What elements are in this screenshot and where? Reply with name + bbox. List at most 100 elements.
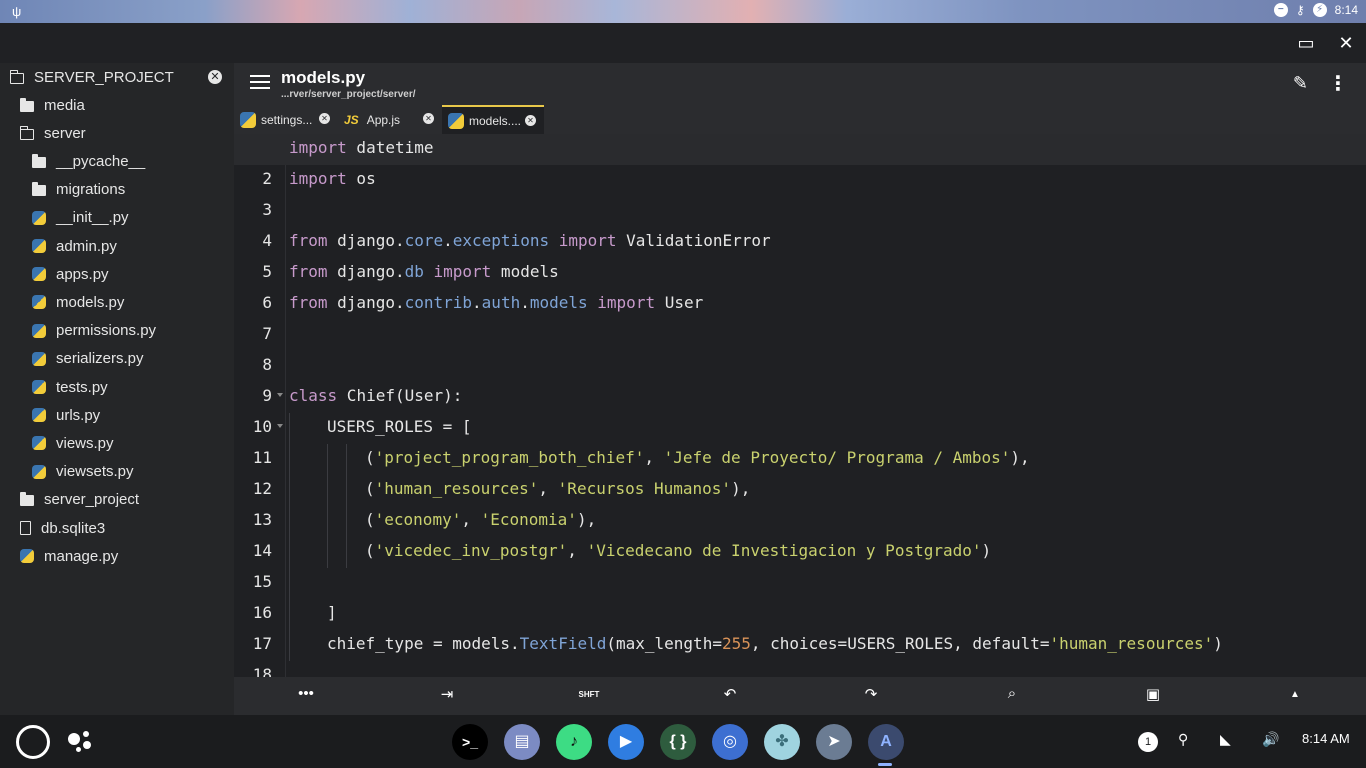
tree-item[interactable]: urls.py [0, 401, 234, 429]
python-icon [32, 267, 46, 282]
battery-charging-icon: ⚡ [1312, 3, 1327, 17]
python-icon [32, 408, 46, 423]
tree-item[interactable]: db.sqlite3 [0, 514, 234, 542]
search-icon[interactable]: ⌕ [1000, 685, 1024, 702]
code-line[interactable]: from django.core.exceptions import Valid… [234, 227, 1366, 258]
python-icon [240, 111, 256, 128]
code-line[interactable]: ('vicedec_inv_postgr', 'Vicedecano de In… [234, 537, 1366, 568]
line-number: 8 [234, 351, 286, 382]
media-player-app-icon[interactable]: ▶ [608, 724, 644, 760]
volume-icon[interactable]: 🔊 [1262, 731, 1279, 748]
window-close-button[interactable]: ✕ [1334, 31, 1358, 55]
expand-up-icon[interactable]: ▲ [1283, 689, 1307, 700]
tab-key-icon[interactable]: ⇥ [435, 685, 459, 703]
menu-icon[interactable] [250, 75, 270, 91]
tree-item-label: views.py [56, 434, 114, 452]
folder-open-icon [9, 69, 24, 84]
js-icon: JS [344, 112, 359, 127]
tree-item[interactable]: media [0, 91, 234, 119]
tree-item[interactable]: __init__.py [0, 204, 234, 232]
chromium-app-icon[interactable]: ◎ [712, 724, 748, 760]
code-editor[interactable]: 123456789101112131415161718 import datet… [234, 134, 1366, 677]
tab-close-icon[interactable]: ✕ [423, 113, 434, 124]
tree-item-label: __init__.py [56, 209, 129, 227]
tree-item-label: media [44, 96, 85, 114]
do-not-disturb-icon: − [1273, 3, 1288, 17]
code-line[interactable]: from django.contrib.auth.models import U… [234, 289, 1366, 320]
python-icon [32, 295, 46, 310]
code-line[interactable]: ('economy', 'Economia'), [234, 506, 1366, 537]
game-app-icon[interactable]: ✤ [764, 724, 800, 760]
undo-icon[interactable]: ↶ [718, 685, 742, 703]
tree-item[interactable]: __pycache__ [0, 147, 234, 175]
file-path: ...rver/server_project/server/ [281, 89, 416, 100]
code-line[interactable]: ('human_resources', 'Recursos Humanos'), [234, 475, 1366, 506]
python-icon [32, 351, 46, 366]
project-root[interactable]: SERVER_PROJECT ✕ [0, 63, 234, 91]
line-number-text: 7 [262, 324, 272, 343]
line-number: 7 [234, 320, 286, 351]
tree-item[interactable]: migrations [0, 176, 234, 204]
tree-item-label: serializers.py [56, 350, 144, 368]
tab-bar: settings... ✕ JS App.js ✕ models.... ✕ [234, 105, 1366, 134]
more-vert-icon[interactable]: ⋮ [1328, 71, 1348, 96]
tab-label: settings... [261, 112, 313, 127]
android-code-app-icon[interactable]: { } [660, 724, 696, 760]
tree-item[interactable]: permissions.py [0, 317, 234, 345]
terminal-app-icon[interactable]: >_ [452, 724, 488, 760]
wifi-off-icon[interactable]: ◣ [1220, 731, 1231, 748]
music-app-icon[interactable]: ♪ [556, 724, 592, 760]
acode-app-icon[interactable]: A [868, 724, 904, 760]
tree-item[interactable]: serializers.py [0, 345, 234, 373]
floppy-app-icon[interactable]: ▤ [504, 724, 540, 760]
launcher-icon[interactable] [16, 725, 50, 759]
save-icon[interactable]: ▣ [1141, 685, 1165, 703]
window-restore-button[interactable]: ▭ [1294, 31, 1318, 55]
code-line[interactable]: USERS_ROLES = [ [234, 413, 1366, 444]
tree-item-label: server [44, 124, 86, 142]
tab-close-icon[interactable]: ✕ [525, 115, 536, 126]
more-horiz-icon[interactable]: ••• [294, 685, 318, 702]
os-shelf: >_ ▤ ♪ ▶ { } ◎ ✤ ➤ A 1 ⚲ ◣ 🔊 8:14 AM [0, 715, 1366, 768]
tree-item[interactable]: server [0, 119, 234, 147]
tree-item[interactable]: apps.py [0, 260, 234, 288]
python-icon [32, 380, 46, 394]
tree-item[interactable]: models.py [0, 288, 234, 316]
notification-count[interactable]: 1 [1138, 732, 1158, 752]
tab-app-js[interactable]: JS App.js ✕ [338, 105, 442, 134]
project-name: SERVER_PROJECT [34, 68, 174, 86]
shift-key-icon[interactable]: SHFT [577, 690, 601, 699]
tab-close-icon[interactable]: ✕ [319, 113, 330, 124]
extra-keys-bar: ••• ⇥ SHFT ↶ ↷ ⌕ ▣ ▲ [234, 677, 1366, 715]
redo-icon[interactable]: ↷ [859, 685, 883, 703]
usb-icon: ψ [12, 4, 22, 19]
tree-item[interactable]: tests.py [0, 373, 234, 401]
tab-models[interactable]: models.... ✕ [442, 105, 544, 134]
edit-pencil-icon[interactable]: ✎ [1293, 73, 1308, 94]
pin-icon[interactable]: ⚲ [1178, 731, 1188, 748]
python-icon [32, 239, 46, 253]
telegram-app-icon[interactable]: ➤ [816, 724, 852, 760]
tree-item-label: __pycache__ [56, 152, 146, 170]
code-line[interactable]: from django.db import models [234, 258, 1366, 289]
tree-item[interactable]: admin.py [0, 232, 234, 260]
code-line[interactable]: ] [234, 599, 1366, 630]
python-icon [32, 464, 46, 479]
active-app-indicator [878, 763, 892, 766]
tree-item[interactable]: viewsets.py [0, 458, 234, 486]
tree-item[interactable]: views.py [0, 429, 234, 457]
tree-item[interactable]: manage.py [0, 542, 234, 570]
window-titlebar: ▭ ✕ [0, 23, 1366, 63]
code-line[interactable]: ('project_program_both_chief', 'Jefe de … [234, 444, 1366, 475]
line-number: 18 [234, 661, 286, 677]
close-project-icon[interactable]: ✕ [208, 70, 222, 84]
tab-settings[interactable]: settings... ✕ [234, 105, 338, 134]
code-line[interactable]: import os [234, 165, 1366, 196]
shelf-time[interactable]: 8:14 AM [1302, 731, 1350, 746]
code-line[interactable] [234, 568, 1366, 599]
code-line[interactable]: chief_type = models.TextField(max_length… [234, 630, 1366, 661]
code-line[interactable]: import datetime [234, 134, 1366, 165]
code-line[interactable]: class Chief(User): [234, 382, 1366, 413]
tree-item[interactable]: server_project [0, 486, 234, 514]
assistant-icon[interactable] [68, 729, 94, 755]
